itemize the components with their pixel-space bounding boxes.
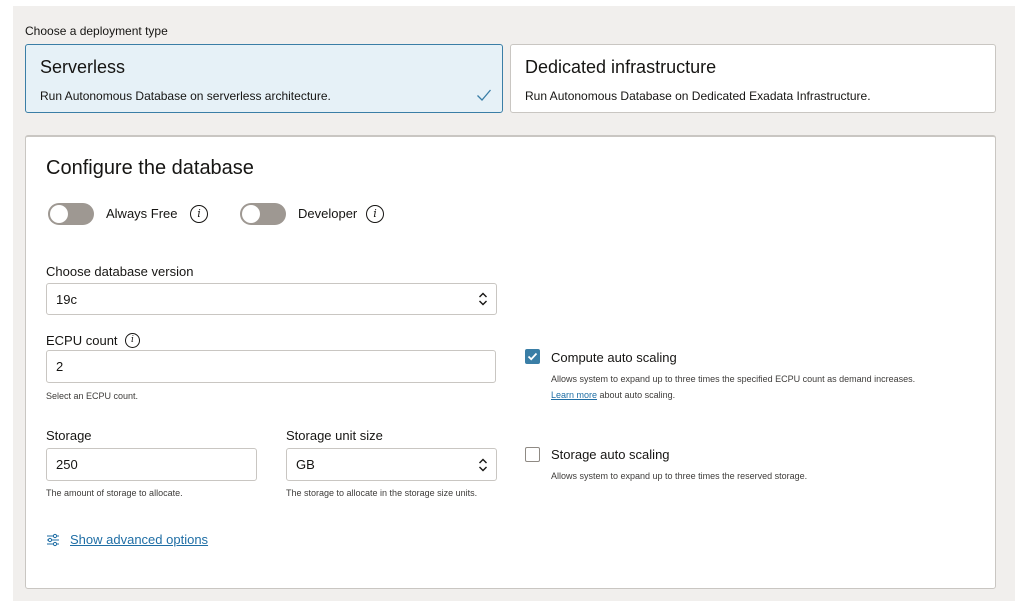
developer-label: Developer (298, 206, 358, 221)
storage-auto-scaling-label: Storage auto scaling (551, 447, 670, 462)
serverless-description: Run Autonomous Database on serverless ar… (40, 89, 331, 103)
compute-auto-scaling-checkbox[interactable] (525, 349, 540, 364)
learn-more-row: Learn more about auto scaling. (551, 387, 991, 403)
storage-label: Storage (46, 428, 92, 443)
sliders-icon (47, 533, 59, 546)
learn-more-link[interactable]: Learn more (551, 390, 597, 400)
storage-input[interactable]: 250 (46, 448, 257, 481)
storage-auto-scaling-checkbox[interactable] (525, 447, 540, 462)
learn-more-suffix: about auto scaling. (597, 390, 676, 400)
deployment-option-dedicated[interactable]: Dedicated infrastructure Run Autonomous … (510, 44, 996, 113)
serverless-title: Serverless (40, 57, 126, 77)
checkmark-icon (527, 352, 538, 361)
storage-value: 250 (56, 457, 78, 472)
compute-auto-scaling-description: Allows system to expand up to three time… (551, 371, 991, 403)
storage-unit-help: The storage to allocate in the storage s… (286, 488, 478, 498)
storage-help: The amount of storage to allocate. (46, 488, 183, 498)
db-version-select[interactable]: 19c (46, 283, 497, 315)
deployment-type-label: Choose a deployment type (25, 24, 168, 38)
ecpu-value: 2 (56, 359, 64, 374)
ecpu-count-input[interactable]: 2 (46, 350, 496, 383)
db-version-label: Choose database version (46, 264, 194, 279)
always-free-label: Always Free (106, 206, 178, 221)
configure-database-section: Configure the database Always Free i Dev… (25, 135, 996, 589)
ecpu-help: Select an ECPU count. (46, 391, 139, 401)
storage-unit-label: Storage unit size (286, 428, 383, 443)
info-icon[interactable]: i (190, 205, 208, 223)
checkmark-icon (477, 89, 491, 101)
compute-auto-scaling-label: Compute auto scaling (551, 350, 677, 365)
storage-unit-value: GB (296, 457, 315, 472)
compute-auto-scaling-text: Allows system to expand up to three time… (551, 374, 916, 384)
storage-auto-scaling-description: Allows system to expand up to three time… (551, 471, 808, 481)
developer-toggle[interactable] (240, 203, 286, 225)
up-down-chevron-icon (479, 292, 487, 306)
show-advanced-options[interactable]: Show advanced options (46, 532, 208, 547)
always-free-toggle[interactable] (48, 203, 94, 225)
dedicated-description: Run Autonomous Database on Dedicated Exa… (525, 89, 871, 103)
section-title: Configure the database (46, 157, 254, 179)
db-version-value: 19c (56, 291, 77, 307)
deployment-option-serverless[interactable]: Serverless Run Autonomous Database on se… (25, 44, 503, 113)
ecpu-label: ECPU count (46, 333, 118, 348)
show-advanced-options-link[interactable]: Show advanced options (70, 532, 208, 547)
storage-unit-select[interactable]: GB (286, 448, 497, 481)
info-icon[interactable]: i (366, 205, 384, 223)
dedicated-title: Dedicated infrastructure (525, 57, 717, 77)
up-down-chevron-icon (479, 458, 487, 471)
info-icon[interactable]: i (125, 333, 140, 348)
